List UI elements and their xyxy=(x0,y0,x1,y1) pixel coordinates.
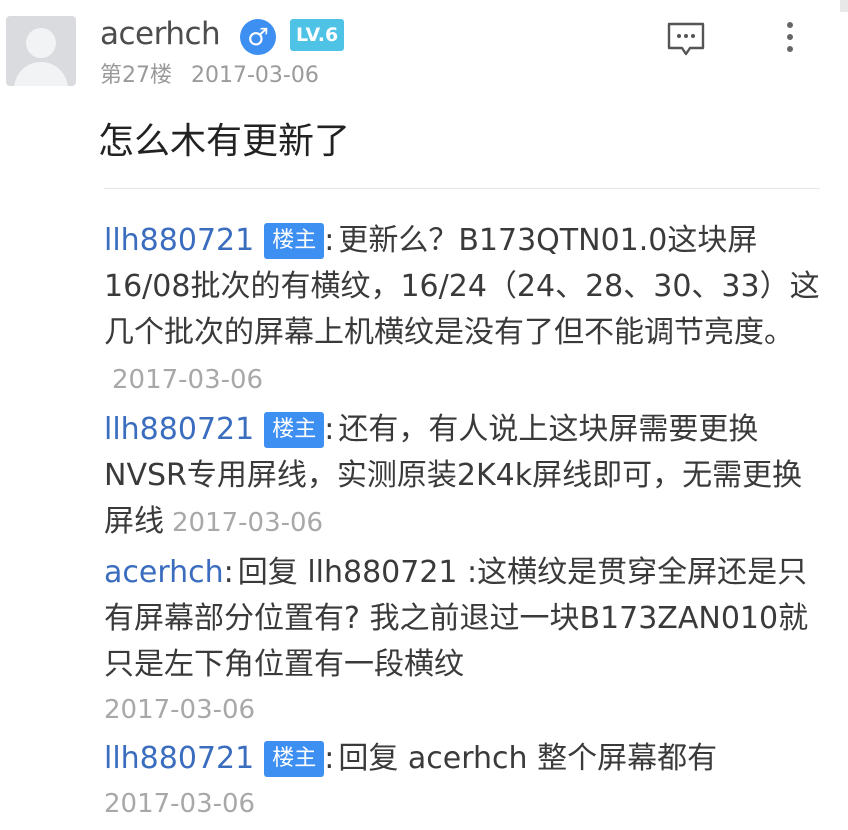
comment-time: 2017-03-06 xyxy=(104,789,256,819)
op-badge: 楼主 xyxy=(264,741,325,777)
comment-time: 2017-03-06 xyxy=(112,365,264,395)
avatar[interactable] xyxy=(6,16,76,86)
comment-colon: : xyxy=(223,555,234,590)
comment-colon: : xyxy=(324,412,335,447)
scrollbar[interactable] xyxy=(840,0,848,12)
floor-number: 第27楼 xyxy=(100,63,172,88)
comment-colon: : xyxy=(324,223,335,258)
comment-colon: : xyxy=(324,741,335,776)
comment-author[interactable]: llh880721 xyxy=(104,223,254,258)
op-badge: 楼主 xyxy=(264,412,325,448)
post-date: 2017-03-06 xyxy=(191,63,319,88)
op-badge: 楼主 xyxy=(264,223,325,259)
male-gender-icon: ♂ xyxy=(240,19,276,55)
reply-button[interactable] xyxy=(666,21,706,57)
comment-bubble-icon xyxy=(667,22,705,56)
comment-item[interactable]: acerhch: 回复 llh880721 :这横纹是贯穿全屏还是只有屏幕部分位置… xyxy=(104,550,824,732)
comment-time: 2017-03-06 xyxy=(104,695,256,725)
more-options-button[interactable] xyxy=(778,18,802,58)
more-vertical-icon xyxy=(778,22,802,52)
comment-item[interactable]: llh880721 楼主: 回复 acerhch 整个屏幕都有 2017-03-06 xyxy=(104,736,824,826)
post-content: 怎么木有更新了 xyxy=(98,121,351,162)
comment-time: 2017-03-06 xyxy=(172,508,324,538)
comment-author[interactable]: llh880721 xyxy=(104,412,254,447)
comment-author[interactable]: llh880721 xyxy=(104,741,254,776)
comment-item[interactable]: llh880721 楼主: 还有，有人说上这块屏需要更换NVSR专用屏线，实测原装2… xyxy=(104,407,824,546)
divider xyxy=(104,188,820,189)
post-username[interactable]: acerhch xyxy=(100,14,221,54)
comment-list: llh880721 楼主: 更新么？B173QTN01.0这块屏16/08批次的有横… xyxy=(104,218,824,830)
comment-text: 回复 acerhch 整个屏幕都有 xyxy=(338,741,718,776)
level-badge: LV.6 xyxy=(290,19,345,51)
comment-item[interactable]: llh880721 楼主: 更新么？B173QTN01.0这块屏16/08批次的有横… xyxy=(104,218,824,403)
comment-author[interactable]: acerhch xyxy=(104,555,224,590)
post-meta: 第27楼 2017-03-06 xyxy=(100,62,331,90)
avatar-body-shape xyxy=(14,62,68,86)
avatar-head-shape xyxy=(26,28,56,58)
